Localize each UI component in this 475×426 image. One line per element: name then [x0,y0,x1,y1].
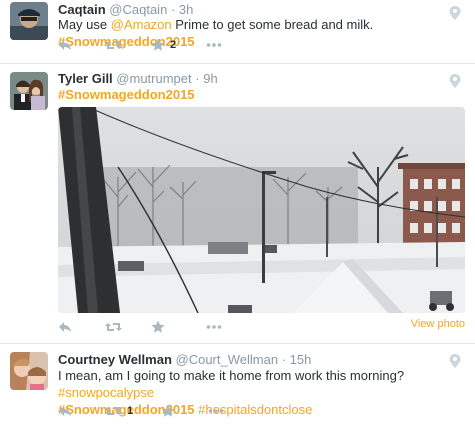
reply-button[interactable] [58,320,72,336]
snow-scene-image [58,107,465,313]
retweet-button[interactable] [105,320,122,336]
retweet-button[interactable] [105,404,122,420]
avatar[interactable] [10,352,48,390]
timestamp[interactable]: 9h [203,71,217,86]
more-icon [206,325,222,329]
tweet-photo[interactable] [58,107,465,313]
tweet-actions: 2 [58,38,258,54]
tweet-header: Courtney Wellman @Court_Wellman · 15h [58,352,311,367]
reply-icon [59,40,71,50]
avatar[interactable] [10,72,48,110]
more-button[interactable] [206,321,222,337]
more-icon [208,409,224,413]
author-handle[interactable]: @Court_Wellman [176,352,279,367]
more-button[interactable] [206,39,222,55]
more-icon [206,43,222,47]
author-name[interactable]: Caqtain [58,2,106,17]
retweet-icon [105,41,122,49]
tweet-caqtain: Caqtain @Caqtain · 3h May use @Amazon Pr… [0,0,475,64]
hashtag-link[interactable]: #snowpocalypse [58,385,154,400]
reply-icon [59,322,71,332]
separator-dot: · [170,2,176,17]
favorite-button[interactable] [151,38,165,54]
author-handle[interactable]: @mutrumpet [116,71,191,86]
retweet-icon [105,407,122,415]
timestamp[interactable]: 3h [179,2,193,17]
separator-dot: · [281,352,287,367]
author-handle[interactable]: @Caqtain [109,2,167,17]
favorite-icon [161,404,175,417]
text-segment: Prime to get some bread and milk. [171,17,374,32]
reply-icon [59,406,71,416]
avatar[interactable] [10,2,48,40]
retweet-icon [105,323,122,331]
mention-link[interactable]: @Amazon [111,17,172,32]
tweet-actions: 1 [58,404,258,420]
retweet-button[interactable] [105,38,122,54]
tweet-tyler-gill: Tyler Gill @mutrumpet · 9h #Snowmageddon… [0,64,475,344]
favorite-icon [151,320,165,333]
favorite-button[interactable] [161,404,175,420]
tweet-text: #Snowmageddon2015 [58,86,463,103]
text-segment: May use [58,17,111,32]
tweet-header: Tyler Gill @mutrumpet · 9h [58,71,218,86]
author-name[interactable]: Tyler Gill [58,71,113,86]
tweet-courtney-wellman: Courtney Wellman @Court_Wellman · 15h I … [0,344,475,426]
reply-button[interactable] [58,404,72,420]
favorite-count: 2 [170,39,177,51]
more-button[interactable] [208,405,224,421]
tweet-header: Caqtain @Caqtain · 3h [58,2,193,17]
location-pin-icon [449,354,461,368]
favorite-icon [151,38,165,51]
retweet-count: 1 [127,405,134,417]
separator-dot: · [195,71,200,86]
reply-button[interactable] [58,38,72,54]
hashtag-link[interactable]: #Snowmageddon2015 [58,87,195,102]
timestamp[interactable]: 15h [290,352,312,367]
view-photo-link[interactable]: View photo [411,318,465,330]
tweet-actions [58,320,258,336]
favorite-button[interactable] [151,320,165,336]
text-segment: I mean, am I going to make it home from … [58,368,405,383]
author-name[interactable]: Courtney Wellman [58,352,172,367]
